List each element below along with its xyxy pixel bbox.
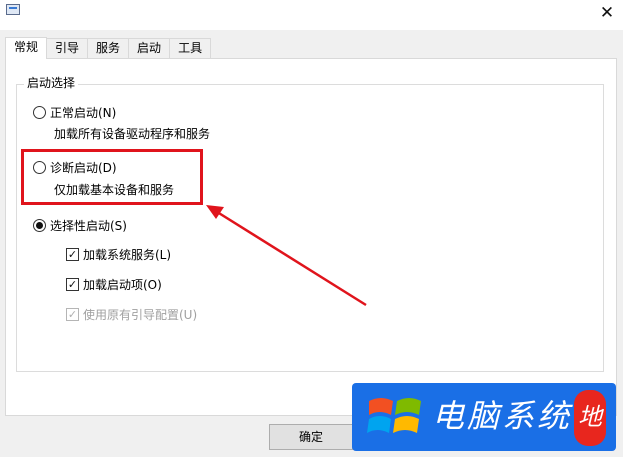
watermark-badge: 地 — [574, 390, 606, 446]
watermark-text: 电脑系统 — [432, 397, 573, 435]
tab-general[interactable]: 常规 — [5, 37, 48, 59]
watermark-banner: 电脑系统 地 — [352, 383, 616, 451]
ok-button[interactable]: 确定 — [269, 424, 353, 450]
windows-logo-icon — [367, 398, 421, 433]
